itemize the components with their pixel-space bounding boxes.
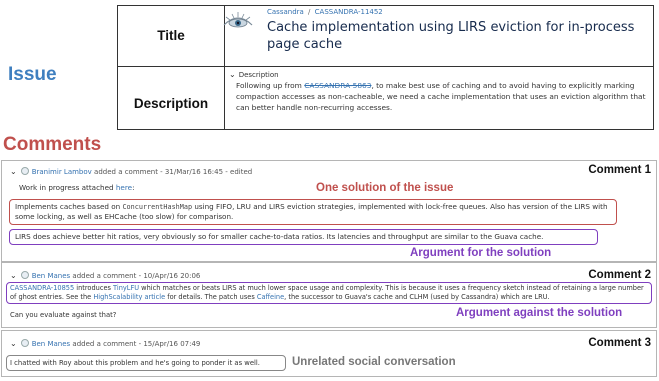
caffeine-link[interactable]: Caffeine (257, 293, 284, 301)
comment-header: ⌄ Ben Manes added a comment - 10/Apr/16 2… (10, 271, 200, 280)
text-part: introduces (74, 284, 114, 292)
comment-1: ⌄ Branimir Lambov added a comment - 31/Ma… (1, 160, 657, 262)
solution-text: Implements caches based on ConcurrentHas… (15, 202, 613, 222)
attachment-link[interactable]: here (116, 183, 132, 192)
text-part: , the successor to Guava's cache and CLH… (284, 293, 550, 301)
description-text: Following up from CASSANDRA-5863, to mak… (236, 80, 650, 113)
comment-tag: Comment 3 (588, 337, 651, 349)
comment-text: Work in progress attached here: (19, 183, 134, 193)
text-part: for details. The patch uses (165, 293, 257, 301)
collapse-toggle-icon[interactable]: ⌄ (10, 271, 17, 280)
avatar (20, 339, 29, 347)
comment-author-link[interactable]: Ben Manes (32, 340, 71, 348)
avatar (20, 271, 29, 279)
comment-author-link[interactable]: Ben Manes (32, 272, 71, 280)
eye-logo-icon (223, 12, 253, 28)
chevron-down-icon: ⌄ (229, 70, 236, 79)
argument-against-annotation: Argument against the solution (456, 307, 623, 319)
question-text: Can you evaluate against that? (10, 311, 117, 319)
title-row-header: Title (157, 28, 185, 43)
code-snippet: ConcurrentHashMap (122, 203, 193, 211)
avatar (20, 167, 29, 175)
breadcrumb-issue-key-link[interactable]: CASSANDRA-11452 (315, 8, 383, 16)
comment-3: ⌄ Ben Manes added a comment - 15/Apr/16 0… (1, 330, 657, 377)
comment-tag: Comment 1 (588, 164, 651, 176)
argument-for-annotation: Argument for the solution (410, 247, 552, 259)
description-toggle-label: Description (238, 71, 279, 79)
solution-annotation: One solution of the issue (316, 182, 454, 194)
comment-text: CASSANDRA-10855 introduces TinyLFU which… (10, 284, 650, 302)
comment-meta: added a comment - 10/Apr/16 20:06 (70, 272, 201, 280)
breadcrumb-separator: / (308, 8, 311, 16)
description-text-part: Following up from (236, 81, 305, 90)
collapse-toggle-icon[interactable]: ⌄ (10, 167, 17, 176)
comment-header: ⌄ Ben Manes added a comment - 15/Apr/16 0… (10, 339, 200, 348)
comment-meta: added a comment - 15/Apr/16 07:49 (70, 340, 201, 348)
tinylfu-link[interactable]: TinyLFU (113, 284, 139, 292)
comments-section-label: Comments (3, 134, 102, 155)
description-toggle[interactable]: ⌄ Description (229, 70, 279, 79)
text-part: Implements caches based on (15, 202, 123, 211)
issue-section-label: Issue (8, 64, 57, 85)
issue-title: Cache implementation using LIRS eviction… (267, 20, 635, 52)
breadcrumb-project-link[interactable]: Cassandra (267, 8, 304, 16)
collapse-toggle-icon[interactable]: ⌄ (10, 339, 17, 348)
text-part: : (132, 183, 135, 192)
resolved-issue-link[interactable]: CASSANDRA-5863 (304, 81, 371, 90)
breadcrumb: Cassandra / CASSANDRA-11452 (267, 8, 383, 16)
text-part: Work in progress attached (19, 183, 116, 192)
comment-meta: added a comment - 31/Mar/16 16:45 - edit… (91, 168, 253, 176)
comment-tag: Comment 2 (588, 269, 651, 281)
description-row-header: Description (133, 96, 209, 111)
argument-text: LIRS does achieve better hit ratios, ver… (15, 232, 544, 241)
comment-header: ⌄ Branimir Lambov added a comment - 31/Ma… (10, 167, 252, 176)
comment-author-link[interactable]: Branimir Lambov (32, 168, 92, 176)
article-link[interactable]: HighScalability article (93, 293, 165, 301)
issue-link[interactable]: CASSANDRA-10855 (10, 284, 74, 292)
social-text: I chatted with Roy about this problem an… (10, 359, 260, 367)
comment-2: ⌄ Ben Manes added a comment - 10/Apr/16 2… (1, 262, 657, 328)
unrelated-annotation: Unrelated social conversation (292, 356, 456, 368)
